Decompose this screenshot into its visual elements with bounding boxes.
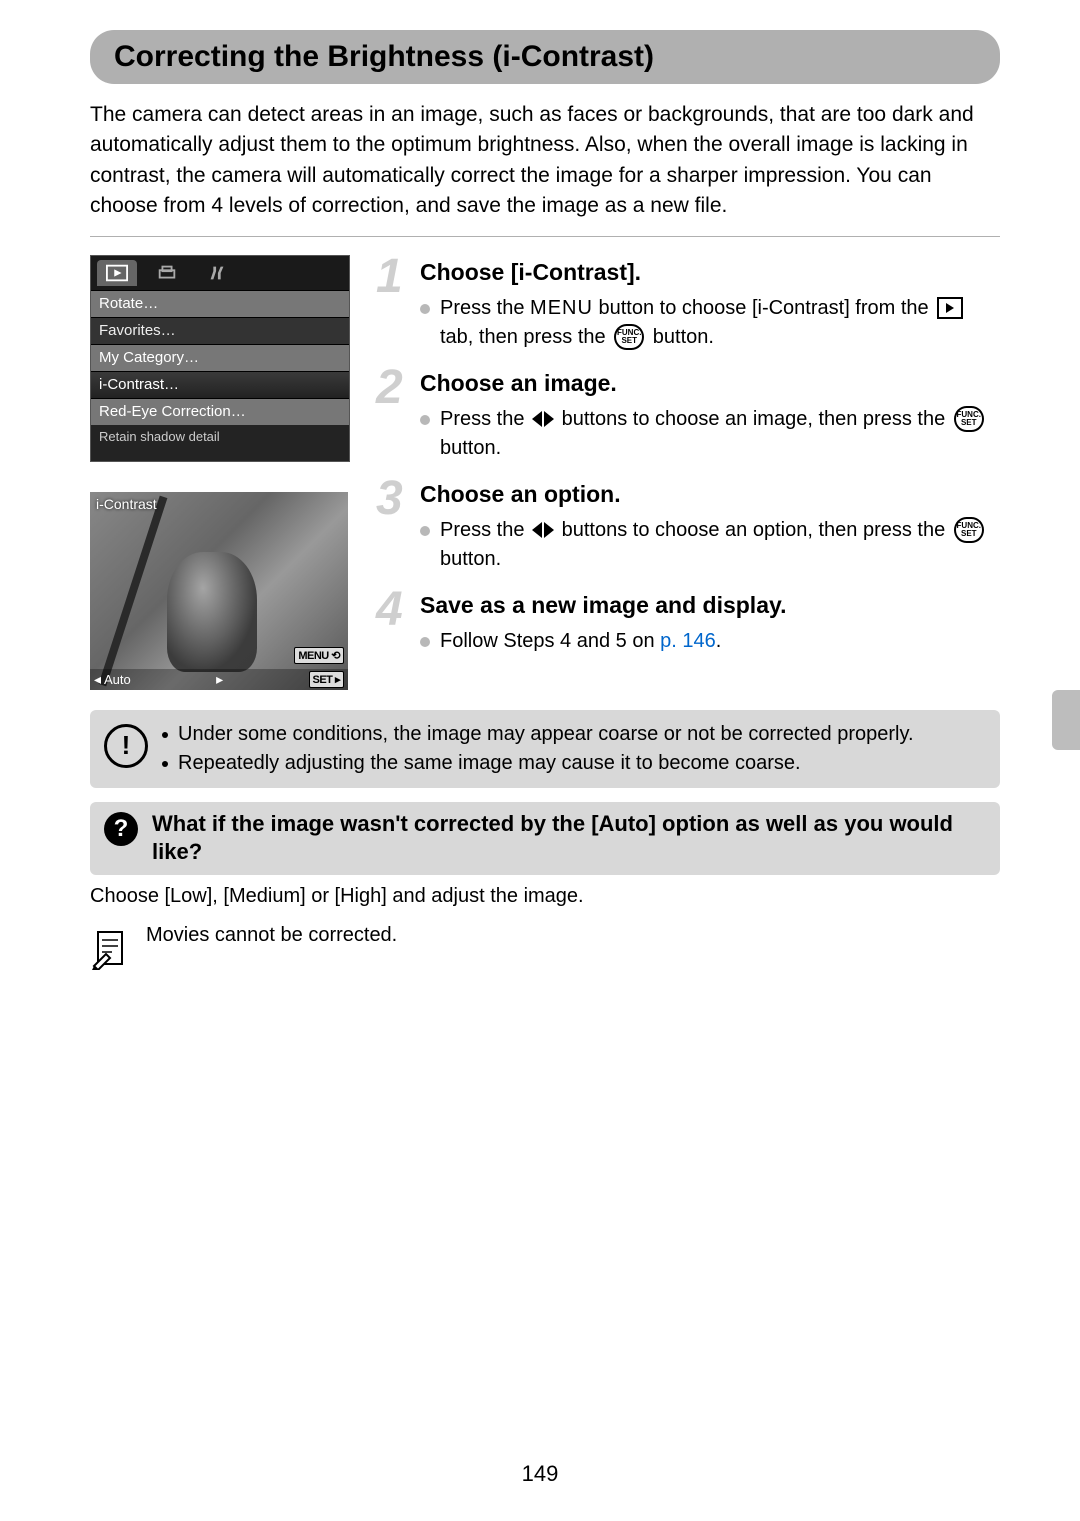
menu-item-rotate: Rotate… bbox=[91, 290, 349, 317]
step-3: 3 Choose an option. Press the buttons to… bbox=[376, 477, 1000, 582]
pencil-icon bbox=[90, 924, 130, 972]
preview-set-badge: SET ▸ bbox=[309, 671, 344, 688]
intro-paragraph: The camera can detect areas in an image,… bbox=[90, 100, 1000, 222]
step-number: 3 bbox=[376, 477, 416, 520]
preview-mode-label: i-Contrast bbox=[96, 496, 157, 512]
step-1: 1 Choose [i-Contrast]. Press the MENU bu… bbox=[376, 255, 1000, 360]
play-tab-inline-icon bbox=[937, 297, 963, 319]
menu-item-mycategory: My Category… bbox=[91, 344, 349, 371]
note-text: Movies cannot be corrected. bbox=[146, 924, 397, 947]
bullet-icon bbox=[420, 304, 430, 314]
menu-word-icon: MENU bbox=[530, 297, 593, 319]
caution-text: Repeatedly adjusting the same image may … bbox=[178, 749, 801, 778]
camera-preview-screenshot: i-Contrast MENU ⟲ ◂ Auto ▸ SET ▸ bbox=[90, 492, 348, 690]
menu-item-redeye: Red-Eye Correction… bbox=[91, 398, 349, 425]
func-set-icon: FUNC.SET bbox=[954, 406, 984, 432]
step-title: Choose an image. bbox=[420, 370, 1000, 397]
left-right-arrow-icon bbox=[532, 411, 554, 427]
func-set-icon: FUNC.SET bbox=[614, 324, 644, 350]
page-number: 149 bbox=[0, 1461, 1080, 1487]
bullet-icon bbox=[420, 415, 430, 425]
answer-text: Choose [Low], [Medium] or [High] and adj… bbox=[90, 885, 1000, 908]
tools-tab-icon bbox=[197, 260, 237, 286]
page-title: Correcting the Brightness (i-Contrast) bbox=[90, 30, 1000, 84]
play-tab-icon bbox=[97, 260, 137, 286]
print-tab-icon bbox=[147, 260, 187, 286]
question-box: ? What if the image wasn't corrected by … bbox=[90, 802, 1000, 875]
caution-box: ! Under some conditions, the image may a… bbox=[90, 710, 1000, 788]
step-number: 1 bbox=[376, 255, 416, 298]
left-right-arrow-icon bbox=[532, 522, 554, 538]
step-text: Press the buttons to choose an image, th… bbox=[440, 405, 1000, 463]
preview-menu-badge: MENU ⟲ bbox=[294, 647, 344, 664]
preview-auto-text: Auto bbox=[104, 672, 131, 687]
bullet-icon bbox=[420, 526, 430, 536]
step-number: 2 bbox=[376, 366, 416, 409]
caution-text: Under some conditions, the image may app… bbox=[178, 720, 914, 749]
page-link[interactable]: p. 146 bbox=[660, 630, 716, 652]
note-row: Movies cannot be corrected. bbox=[90, 924, 1000, 972]
step-2: 2 Choose an image. Press the buttons to … bbox=[376, 366, 1000, 471]
camera-menu-screenshot: Rotate… Favorites… My Category… i-Contra… bbox=[90, 255, 350, 462]
step-title: Choose [i-Contrast]. bbox=[420, 259, 1000, 286]
menu-item-icontrast: i-Contrast… bbox=[91, 371, 349, 398]
step-text: Press the MENU button to choose [i-Contr… bbox=[440, 294, 1000, 352]
menu-description: Retain shadow detail bbox=[91, 425, 349, 461]
question-text: What if the image wasn't corrected by th… bbox=[152, 810, 986, 867]
step-title: Save as a new image and display. bbox=[420, 592, 1000, 619]
bullet-icon bbox=[420, 637, 430, 647]
step-4: 4 Save as a new image and display. Follo… bbox=[376, 588, 1000, 664]
step-title: Choose an option. bbox=[420, 481, 1000, 508]
divider bbox=[90, 236, 1000, 237]
question-icon: ? bbox=[104, 812, 138, 846]
caution-icon: ! bbox=[104, 724, 148, 768]
section-tab bbox=[1052, 690, 1080, 750]
step-text: Press the buttons to choose an option, t… bbox=[440, 516, 1000, 574]
func-set-icon: FUNC.SET bbox=[954, 517, 984, 543]
step-text: Follow Steps 4 and 5 on p. 146. bbox=[440, 627, 721, 656]
menu-item-favorites: Favorites… bbox=[91, 317, 349, 344]
step-number: 4 bbox=[376, 588, 416, 631]
